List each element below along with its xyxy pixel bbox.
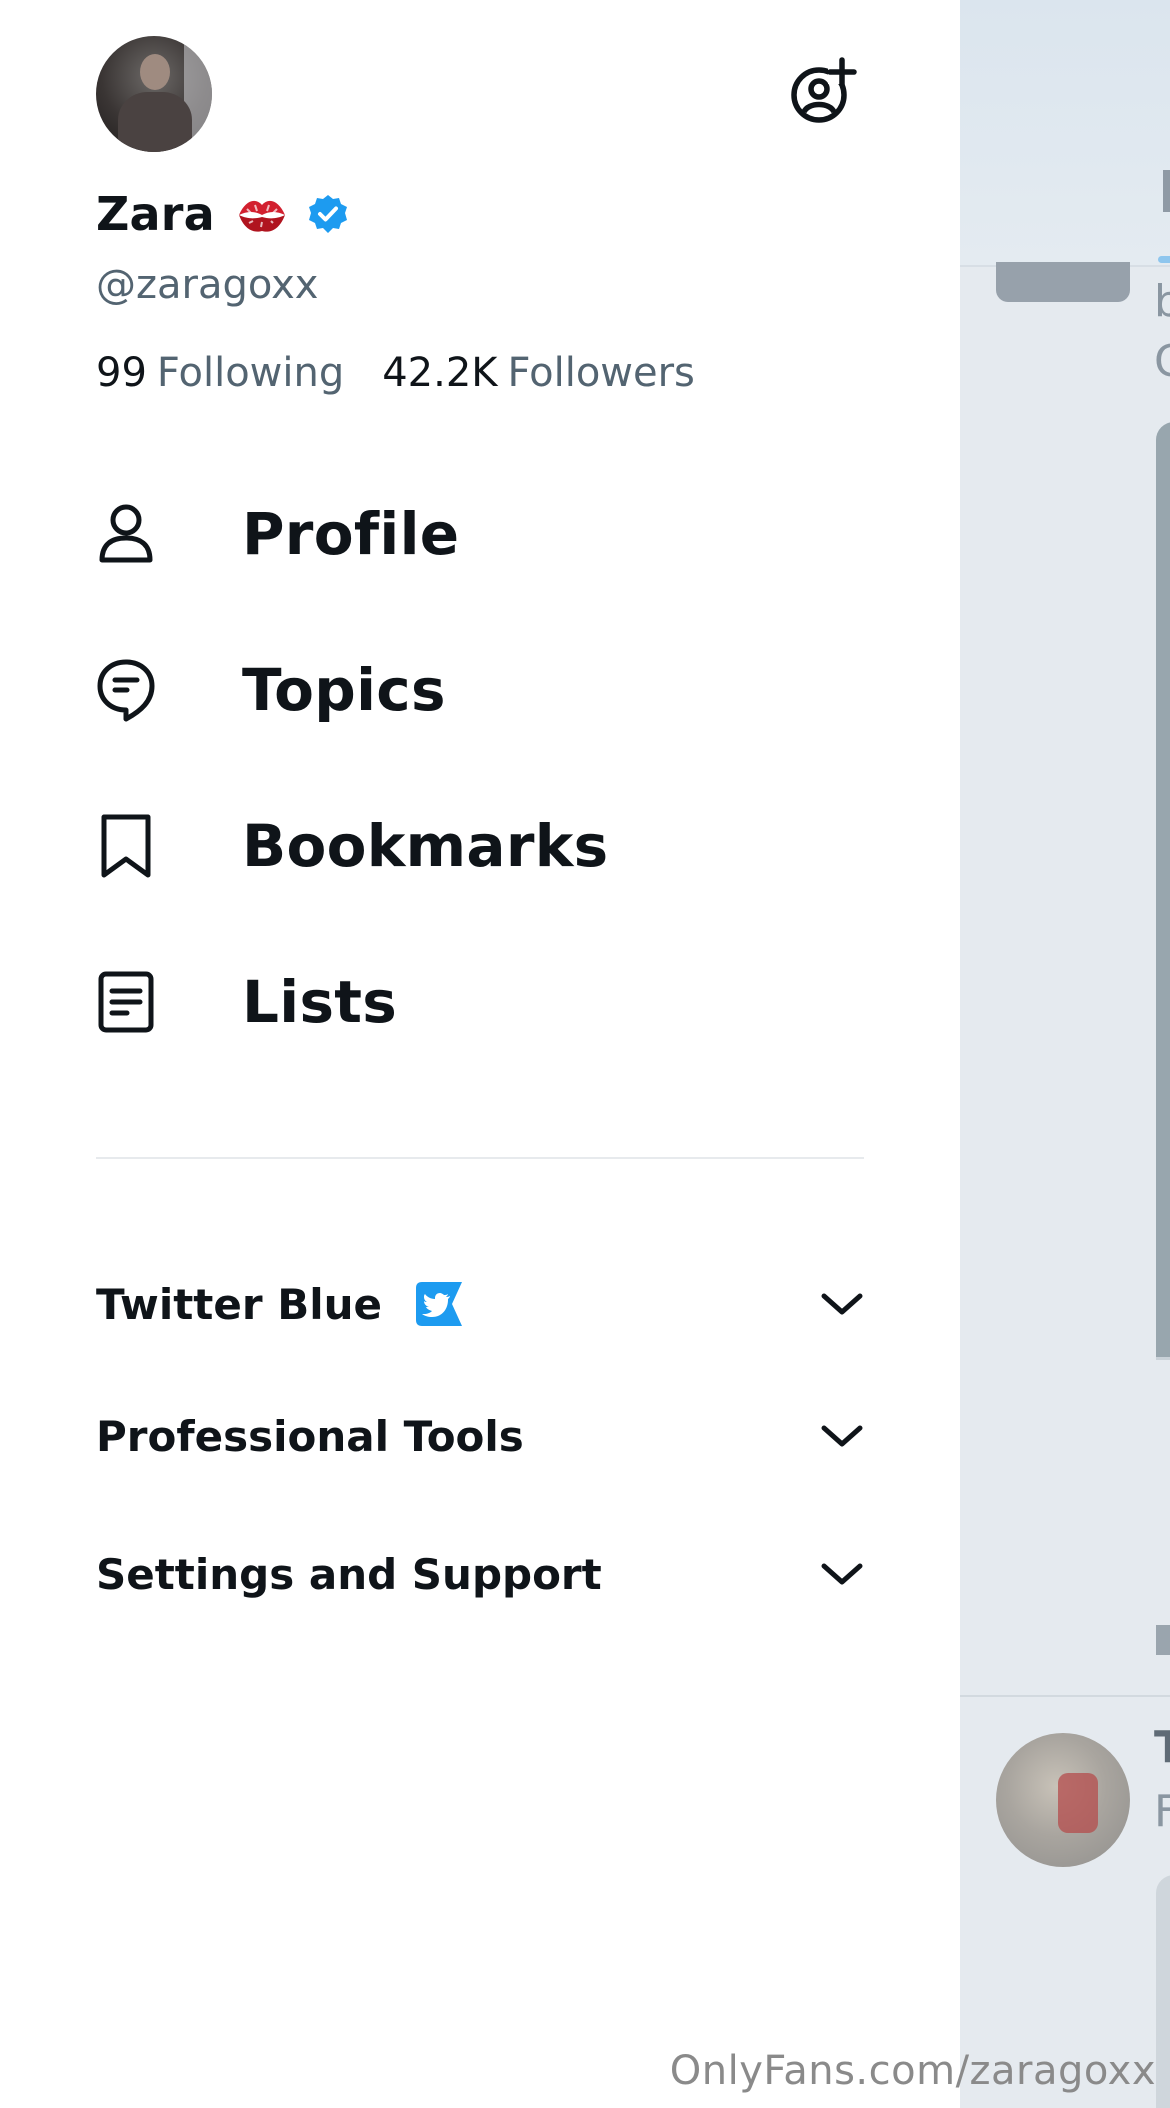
feed-header bbox=[960, 0, 1170, 267]
twitter-blue-icon bbox=[412, 1280, 466, 1328]
feed-backdrop[interactable]: b C T F bbox=[960, 0, 1170, 2108]
avatar[interactable] bbox=[96, 36, 212, 152]
section-label-professional-tools: Professional Tools bbox=[96, 1411, 524, 1461]
nav-label-topics: Topics bbox=[242, 656, 446, 724]
feed-text-fragment: F bbox=[1154, 1786, 1170, 1837]
feed-text-fragment: b bbox=[1154, 276, 1170, 327]
list-icon bbox=[90, 966, 162, 1038]
following-count: 99 bbox=[96, 350, 147, 396]
followers-label: Followers bbox=[507, 350, 695, 396]
topics-icon bbox=[90, 654, 162, 726]
feed-tab-indicator bbox=[1158, 256, 1170, 263]
handle[interactable]: @zaragoxx bbox=[96, 262, 318, 308]
follow-stats: 99 Following 42.2K Followers bbox=[96, 350, 695, 396]
section-twitter-blue[interactable]: Twitter Blue bbox=[96, 1264, 864, 1344]
section-label-twitter-blue: Twitter Blue bbox=[96, 1279, 383, 1329]
chevron-down-icon bbox=[820, 1290, 864, 1318]
display-name[interactable]: Zara bbox=[96, 187, 215, 241]
feed-text-fragment: C bbox=[1154, 336, 1170, 387]
nav-item-lists[interactable]: Lists bbox=[96, 952, 876, 1052]
followers-count: 42.2K bbox=[382, 350, 498, 396]
feed-avatar bbox=[996, 1733, 1130, 1867]
nav-label-profile: Profile bbox=[242, 500, 460, 568]
feed-card-fragment bbox=[996, 262, 1130, 302]
feed-action-fragment bbox=[1156, 1625, 1170, 1655]
nav-item-topics[interactable]: Topics bbox=[96, 640, 876, 740]
feed-text-fragment: T bbox=[1154, 1722, 1170, 1773]
navigation-drawer: Zara @zaragoxx 99 Following 42.2K Follow… bbox=[0, 0, 960, 2108]
nav-label-bookmarks: Bookmarks bbox=[242, 812, 609, 880]
feed-divider bbox=[960, 1695, 1170, 1697]
bookmark-icon bbox=[90, 810, 162, 882]
kiss-mark-emoji bbox=[235, 191, 289, 237]
chevron-down-icon bbox=[820, 1560, 864, 1588]
following-link[interactable]: 99 Following bbox=[96, 350, 344, 396]
nav-item-bookmarks[interactable]: Bookmarks bbox=[96, 796, 876, 896]
chevron-down-icon bbox=[820, 1422, 864, 1450]
feed-media bbox=[1156, 422, 1170, 1360]
name-row: Zara bbox=[96, 186, 349, 242]
section-label-settings-and-support: Settings and Support bbox=[96, 1549, 602, 1599]
add-account-button[interactable] bbox=[786, 56, 860, 130]
add-account-icon bbox=[788, 56, 858, 130]
nav-label-lists: Lists bbox=[242, 968, 398, 1036]
watermark: OnlyFans.com/zaragoxx bbox=[669, 2048, 1156, 2094]
feed-media bbox=[1156, 1875, 1170, 2108]
section-divider bbox=[96, 1157, 864, 1159]
feed-header-text-fragment bbox=[1163, 170, 1170, 212]
nav-item-profile[interactable]: Profile bbox=[96, 484, 876, 584]
verified-badge-icon[interactable] bbox=[307, 193, 349, 235]
person-icon bbox=[90, 498, 162, 570]
section-professional-tools[interactable]: Professional Tools bbox=[96, 1396, 864, 1476]
section-settings-and-support[interactable]: Settings and Support bbox=[96, 1534, 864, 1614]
followers-link[interactable]: 42.2K Followers bbox=[382, 350, 695, 396]
following-label: Following bbox=[156, 350, 345, 396]
